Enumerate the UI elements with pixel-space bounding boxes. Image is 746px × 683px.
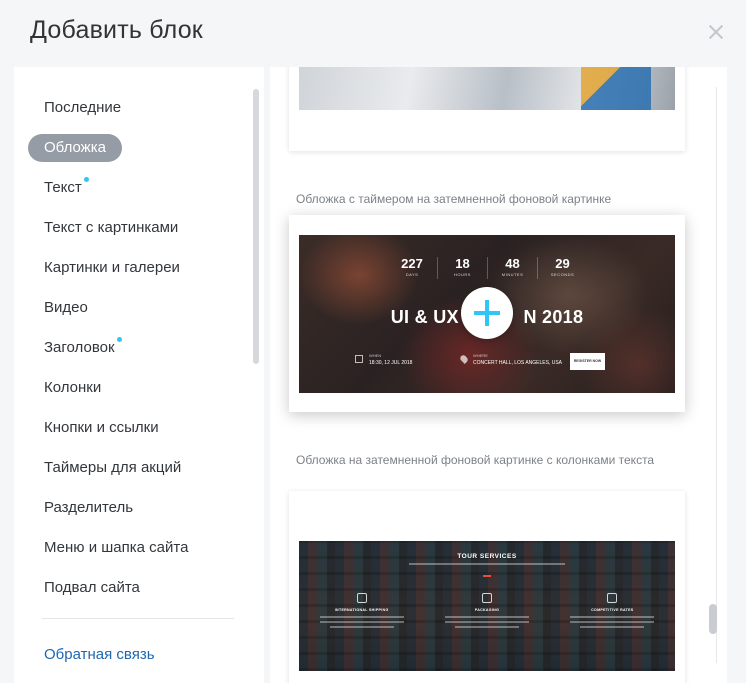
countdown-caption: MINUTES [501,272,524,277]
sidebar-item[interactable]: Видео [28,294,250,334]
preview-divider [716,87,717,663]
sidebar-item-label: Заголовок [44,339,115,356]
service-name: INTERNATIONAL SHIPPING [334,608,389,612]
sidebar-item-label: Обложка [28,134,122,162]
when-value: 18:30, 12 JUL 2018 [369,360,413,366]
sidebar-item[interactable]: Разделитель [28,494,250,534]
sidebar-item-label: Колонки [44,379,102,396]
feedback-link[interactable]: Обратная связь [44,646,155,663]
countdown-unit: 48 MINUTES [487,257,537,279]
category-list: Последние Обложка Текст Текст с картинками К… [28,94,250,614]
block-card-previous[interactable] [289,67,685,151]
sidebar-item[interactable]: Обложка [28,134,250,174]
sidebar-item-label: Меню и шапка сайта [44,539,189,556]
sidebar-item[interactable]: Текст [28,174,250,214]
close-icon[interactable] [708,24,724,40]
sidebar-item[interactable]: Заголовок [28,334,250,374]
sidebar-item-label: Текст с картинками [44,219,179,236]
block-card-columns[interactable]: TOUR SERVICES INTERNATIONAL SHIPPING PACK… [289,491,685,683]
countdown-caption: HOURS [454,272,471,277]
block-preview-image: 227 DAYS 18 HOURS 48 MINUTES 29 SECONDS UI & UX… [299,235,675,393]
sidebar-item[interactable]: Картинки и галереи [28,254,250,294]
block-label-columns: Обложка на затемненной фоновой картинке … [296,453,655,467]
category-sidebar: Последние Обложка Текст Текст с картинками К… [14,67,264,683]
countdown-value: 48 [505,256,520,271]
sidebar-item-label: Последние [44,99,122,116]
event-when: WHEN 18:30, 12 JUL 2018 [355,353,412,367]
register-button-preview: REGISTER NOW [570,353,605,370]
new-indicator-dot [116,337,122,342]
countdown-unit: 227 DAYS [387,257,437,279]
service-name: PACKAGING [474,608,500,612]
text-line [444,616,529,618]
countdown: 227 DAYS 18 HOURS 48 MINUTES 29 SECONDS [299,257,675,279]
preview-scrollbar[interactable] [709,604,717,634]
sidebar-item[interactable]: Подвал сайта [28,574,250,614]
block-preview-image [299,67,675,110]
sidebar-item[interactable]: Колонки [28,374,250,414]
block-card-timer[interactable]: 227 DAYS 18 HOURS 48 MINUTES 29 SECONDS UI & UX… [289,215,685,412]
text-line [570,621,655,623]
service-column: INTERNATIONAL SHIPPING [312,593,412,628]
block-label-timer: Обложка с таймером на затемненной фоново… [296,192,612,206]
sidebar-item-label: Подвал сайта [44,579,140,596]
sidebar-item-label: Видео [44,299,88,316]
sidebar-divider [42,618,234,619]
sidebar-item-label: Картинки и галереи [44,259,180,276]
block-preview-image: TOUR SERVICES INTERNATIONAL SHIPPING PACK… [299,541,675,671]
services-subtitle [299,563,675,565]
where-value: CONCERT HALL, LOS ANGELES, USA [473,360,563,366]
where-caption: WHERE [473,353,488,358]
text-line [329,626,394,628]
when-caption: WHEN [369,353,382,358]
sidebar-item-label: Кнопки и ссылки [44,419,159,436]
countdown-caption: SECONDS [550,272,575,277]
countdown-unit: 29 SECONDS [537,257,587,279]
dialog-title: Добавить блок [30,16,203,44]
text-line [580,626,645,628]
calendar-icon [355,355,363,363]
sidebar-item[interactable]: Последние [28,94,250,134]
service-icon [607,593,618,603]
service-icon [481,593,492,603]
countdown-value: 18 [455,256,470,271]
sidebar-scrollbar[interactable] [253,89,259,364]
service-name: COMPETITIVE RATES [591,608,634,612]
countdown-caption: DAYS [405,272,419,277]
text-line [454,626,519,628]
services-title: TOUR SERVICES [457,553,517,560]
countdown-value: 227 [401,256,423,271]
countdown-unit: 18 HOURS [437,257,487,279]
service-columns: INTERNATIONAL SHIPPING PACKAGING COMPETITI… [299,593,675,628]
service-column: PACKAGING [437,593,537,628]
sidebar-item[interactable]: Текст с картинками [28,214,250,254]
sidebar-item[interactable]: Кнопки и ссылки [28,414,250,454]
service-column: COMPETITIVE RATES [562,593,662,628]
new-indicator-dot [83,177,89,182]
accent-line [483,575,491,577]
hero-title-right: N 2018 [523,307,584,327]
text-line [444,621,529,623]
sidebar-item-label: Таймеры для акций [44,459,182,476]
countdown-value: 29 [555,256,570,271]
sidebar-item-label: Разделитель [44,499,134,516]
text-line [319,616,404,618]
sidebar-item[interactable]: Таймеры для акций [28,454,250,494]
block-preview-list: Обложка с таймером на затемненной фоново… [270,67,727,683]
service-icon [356,593,367,603]
location-pin-icon [459,354,469,364]
text-line [570,616,655,618]
sidebar-item[interactable]: Меню и шапка сайта [28,534,250,574]
add-block-plus-icon[interactable] [461,287,513,339]
text-line [319,621,404,623]
event-where: WHERE CONCERT HALL, LOS ANGELES, USA [459,353,563,367]
